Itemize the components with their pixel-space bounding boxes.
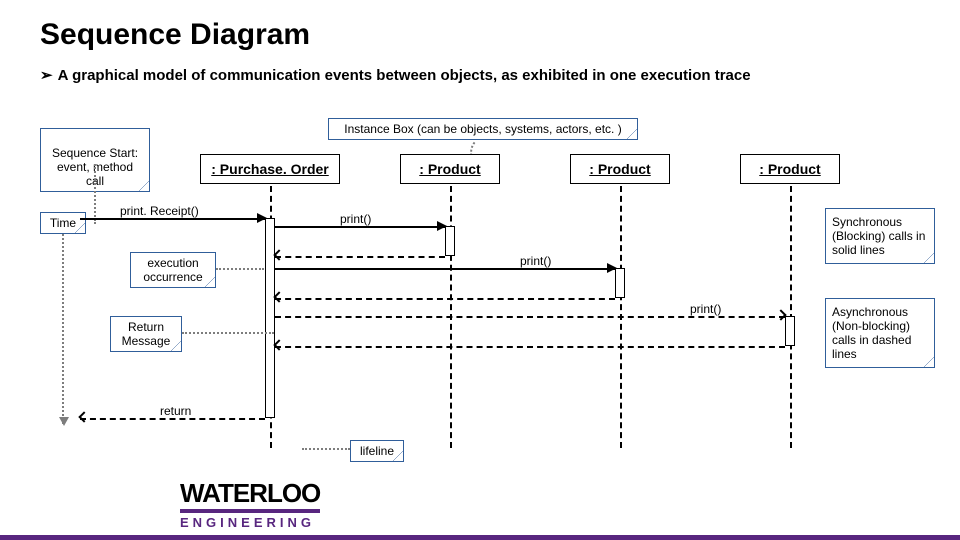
msg-printreceipt-arrow <box>257 213 267 223</box>
ret-p2-line <box>275 298 615 300</box>
msg-print3-label: print() <box>690 302 721 316</box>
callout-synchronous: Synchronous (Blocking) calls in solid li… <box>825 208 935 264</box>
footer-bar <box>0 535 960 540</box>
ret-p3-line <box>275 346 785 348</box>
exec-p3 <box>785 316 795 346</box>
exec-po <box>265 218 275 418</box>
logo-wordmark: WATERLOO <box>180 478 320 509</box>
ret-p1-line <box>275 256 445 258</box>
lifeline-head-product-2: : Product <box>570 154 670 184</box>
ret-p3-arrow <box>273 339 284 350</box>
msg-printreceipt-label: print. Receipt() <box>120 204 199 218</box>
logo-subtext: ENGINEERING <box>180 509 320 530</box>
ret-p2-arrow <box>273 291 284 302</box>
lifeline-head-product-1: : Product <box>400 154 500 184</box>
bullet-text: ➢ A graphical model of communication eve… <box>40 66 920 84</box>
msg-print1-line <box>275 226 445 228</box>
msg-printreceipt-line <box>80 218 265 220</box>
callout-time: Time <box>40 212 86 234</box>
callout-lifeline: lifeline <box>350 440 404 462</box>
msg-return-label: return <box>160 404 191 418</box>
pointer-exec-occurrence <box>216 268 264 270</box>
time-axis-arrow <box>62 234 64 424</box>
ret-p1-arrow <box>273 249 284 260</box>
msg-print3-line <box>275 316 785 318</box>
lifeline-head-product-3: : Product <box>740 154 840 184</box>
page-title: Sequence Diagram <box>40 18 920 52</box>
msg-print1-label: print() <box>340 212 371 226</box>
callout-exec-occurrence: execution occurrence <box>130 252 216 288</box>
lifeline-head-purchase-order: : Purchase. Order <box>200 154 340 184</box>
bullet-content: A graphical model of communication event… <box>58 67 751 84</box>
msg-return-line <box>80 418 265 420</box>
msg-print2-arrow <box>607 263 617 273</box>
msg-print2-line <box>275 268 615 270</box>
callout-asynchronous: Asynchronous (Non-blocking) calls in das… <box>825 298 935 368</box>
msg-print2-label: print() <box>520 254 551 268</box>
msg-return-arrow <box>78 411 89 422</box>
pointer-return-message <box>182 332 274 334</box>
bullet-arrow-icon: ➢ <box>40 66 54 84</box>
waterloo-logo: WATERLOO ENGINEERING <box>180 478 320 530</box>
pointer-lifeline <box>302 448 350 450</box>
sequence-diagram: Instance Box (can be objects, systems, a… <box>40 118 920 458</box>
msg-print1-arrow <box>437 221 447 231</box>
callout-return-message: Return Message <box>110 316 182 352</box>
pointer-sequence-start <box>94 164 96 224</box>
